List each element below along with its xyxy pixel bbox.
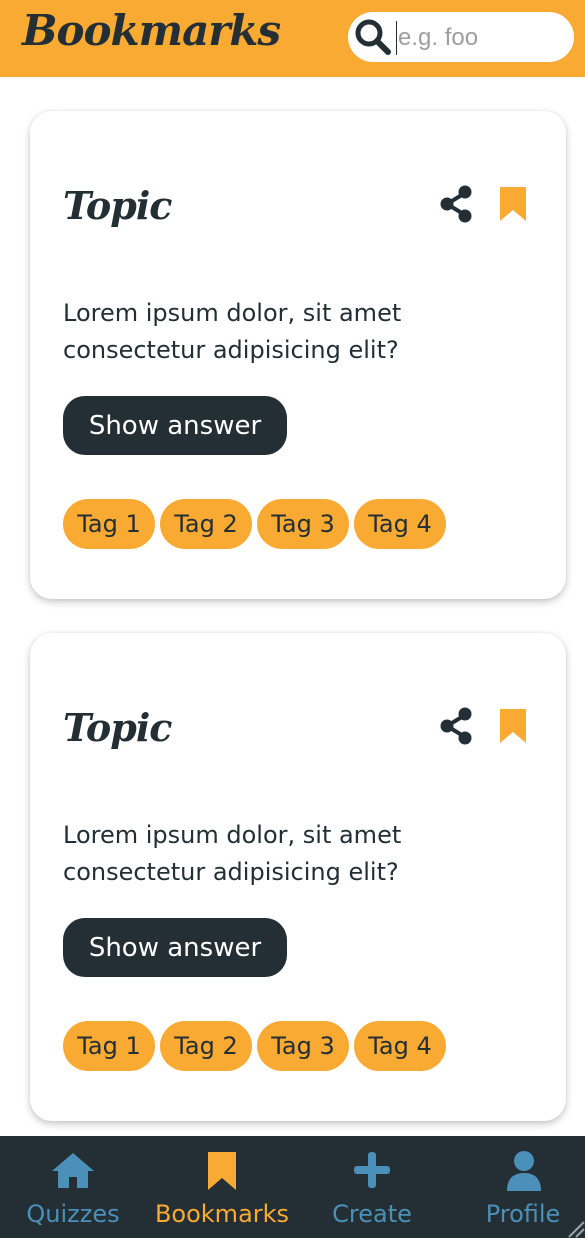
bookmark-icon[interactable] — [498, 185, 528, 223]
tag-chip[interactable]: Tag 3 — [257, 499, 349, 549]
search-input[interactable] — [396, 21, 560, 55]
bookmark-icon — [208, 1152, 236, 1190]
share-icon[interactable] — [438, 185, 474, 223]
tag-chip[interactable]: Tag 2 — [160, 1021, 252, 1071]
show-answer-button[interactable]: Show answer — [63, 396, 287, 455]
plus-icon — [354, 1152, 390, 1188]
card-topic: Topic — [63, 705, 172, 750]
card-topic: Topic — [63, 183, 172, 228]
card-question: Lorem ipsum dolor, sit amet consectetur … — [63, 821, 402, 886]
bookmark-icon[interactable] — [498, 707, 528, 745]
share-icon[interactable] — [438, 707, 474, 745]
tag-chip[interactable]: Tag 1 — [63, 1021, 155, 1071]
tag-chip[interactable]: Tag 3 — [257, 1021, 349, 1071]
user-icon — [507, 1151, 541, 1191]
home-icon — [52, 1153, 94, 1188]
nav-label: Bookmarks — [154, 1200, 290, 1228]
nav-item-create[interactable]: Create — [299, 1136, 445, 1238]
tag-chip[interactable]: Tag 2 — [160, 499, 252, 549]
bottom-nav: Quizzes Bookmarks Create Profile — [0, 1136, 585, 1238]
search-box[interactable] — [348, 12, 574, 62]
tag-chip[interactable]: Tag 4 — [354, 499, 446, 549]
nav-item-bookmarks[interactable]: Bookmarks — [149, 1136, 295, 1238]
tag-chip[interactable]: Tag 1 — [63, 499, 155, 549]
card-question: Lorem ipsum dolor, sit amet consectetur … — [63, 299, 402, 364]
resize-handle-icon[interactable] — [563, 1216, 585, 1238]
tag-chip[interactable]: Tag 4 — [354, 1021, 446, 1071]
quiz-card: Topic Lorem ipsum dolor, sit amet consec… — [30, 633, 566, 1121]
page-title: Bookmarks — [22, 6, 281, 55]
search-icon — [355, 19, 391, 55]
app-header: Bookmarks — [0, 0, 585, 77]
nav-label: Quizzes — [26, 1200, 120, 1228]
show-answer-button[interactable]: Show answer — [63, 918, 287, 977]
nav-label: Create — [332, 1200, 412, 1228]
nav-item-quizzes[interactable]: Quizzes — [0, 1136, 146, 1238]
quiz-card: Topic Lorem ipsum dolor, sit amet consec… — [30, 111, 566, 599]
